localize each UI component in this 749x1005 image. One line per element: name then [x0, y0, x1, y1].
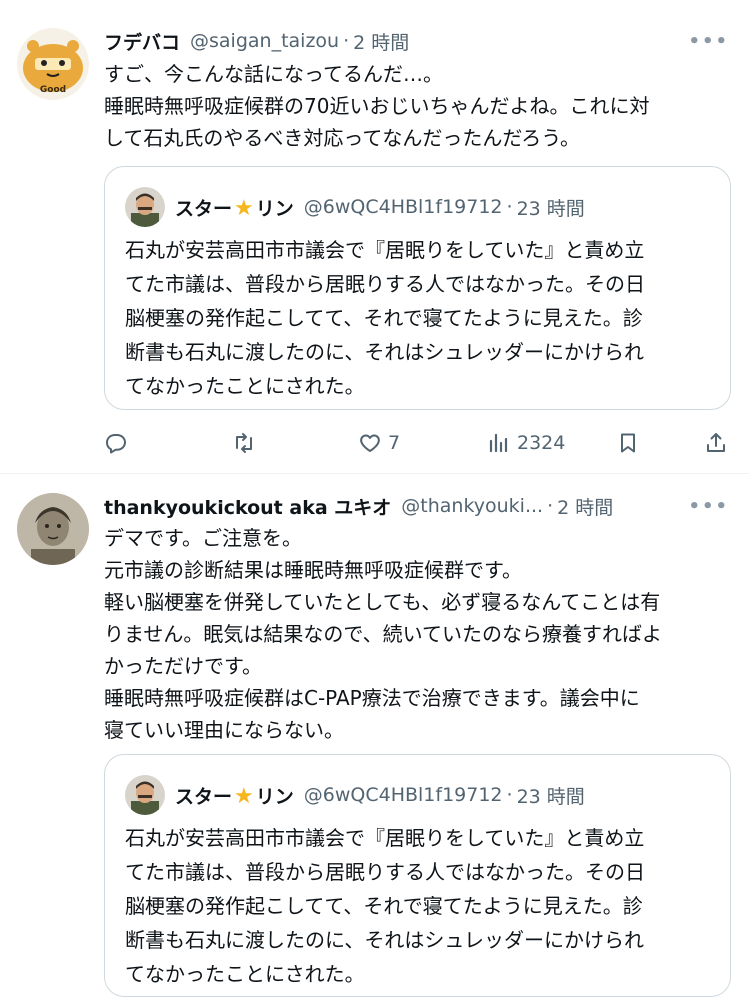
quoted-timestamp: 23 時間: [516, 785, 585, 808]
text-line: 断書も石丸に渡したのに、それはシュレッダーにかけられ: [125, 340, 644, 364]
user-handle[interactable]: @thankyouki...: [401, 495, 543, 517]
quoted-tweet-header: スター★ リン @6wQC4HBl1f19712 · 23 時間: [125, 187, 585, 227]
share-button[interactable]: [704, 426, 728, 460]
text-line: 石丸が安芸高田市市議会で『居眠りをしていた』と責め立: [125, 238, 645, 262]
separator-dot: ·: [547, 495, 554, 517]
quoted-avatar: [125, 775, 165, 815]
text-line: 脳梗塞の発作起こしてて、それで寝てたように見えた。診: [125, 894, 643, 918]
text-line: 石丸が安芸高田市市議会で『居眠りをしていた』と責め立: [125, 826, 645, 850]
avatar-image: Good: [17, 28, 89, 100]
text-line: 軽い脳梗塞を併発していたとしても、必ず寝るなんてことは有: [104, 590, 661, 614]
quoted-tweet[interactable]: スター★ リン @6wQC4HBl1f19712 · 23 時間 石丸が安芸高田市…: [104, 754, 731, 997]
separator-dot: ·: [343, 30, 350, 52]
text-line: 元市議の診断結果は睡眠時無呼吸症候群です。: [104, 558, 522, 582]
separator-dot: ·: [506, 196, 513, 218]
quoted-name-part: スター: [175, 785, 233, 808]
retweet-icon: [236, 433, 252, 453]
display-name[interactable]: thankyoukickout aka ユキオ: [104, 493, 391, 520]
reply-icon: [106, 434, 126, 454]
quoted-name-part: リン: [255, 785, 294, 808]
text-line: 睡眠時無呼吸症候群はC-PAP療法で治療できます。議会中に: [104, 686, 640, 710]
text-line: てた市議は、普段から居眠りする人ではなかった。その日: [125, 860, 645, 884]
tweet-header: フデバコ @saigan_taizou · 2 時間 •••: [104, 26, 749, 56]
tweet[interactable]: thankyoukickout aka ユキオ @thankyouki... ·…: [0, 475, 749, 1005]
tweet-text: デマです。ご注意を。 元市議の診断結果は睡眠時無呼吸症候群です。 軽い脳梗塞を併…: [104, 522, 740, 746]
quoted-user-handle: @6wQC4HBl1f19712: [303, 784, 503, 806]
quoted-tweet[interactable]: スター★ リン @6wQC4HBl1f19712 · 23 時間 石丸が安芸高田市…: [104, 166, 731, 410]
separator-dot: ·: [506, 784, 513, 806]
views-icon: [489, 433, 508, 453]
text-line: して石丸氏のやるべき対応ってなんだったんだろう。: [104, 126, 580, 150]
views-button[interactable]: 2324: [487, 426, 565, 460]
quoted-tweet-text: 石丸が安芸高田市市議会で『居眠りをしていた』と責め立 てた市議は、普段から居眠り…: [125, 233, 725, 403]
quoted-tweet-text: 石丸が安芸高田市市議会で『居眠りをしていた』と責め立 てた市議は、普段から居眠り…: [125, 821, 725, 991]
text-line: 断書も石丸に渡したのに、それはシュレッダーにかけられ: [125, 928, 644, 952]
like-count: 7: [388, 432, 401, 454]
text-line: デマです。ご注意を。: [104, 526, 302, 550]
avatar-caption: Good: [40, 85, 66, 95]
like-button[interactable]: 7: [358, 426, 400, 460]
view-count: 2324: [517, 432, 566, 454]
reply-button[interactable]: [104, 426, 128, 460]
text-line: てなかったことにされた。: [125, 962, 365, 986]
timestamp[interactable]: 2 時間: [557, 493, 613, 520]
text-line: 寝ていい理由にならない。: [104, 718, 344, 742]
avatar[interactable]: [17, 493, 89, 565]
quoted-avatar-image: [125, 187, 165, 227]
quoted-name-part: リン: [255, 197, 294, 220]
avatar[interactable]: Good: [17, 28, 89, 100]
tweet-header: thankyoukickout aka ユキオ @thankyouki... ·…: [104, 491, 749, 521]
text-line: てた市議は、普段から居眠りする人ではなかった。その日: [125, 272, 645, 296]
retweet-button[interactable]: [232, 426, 256, 460]
avatar-image: [17, 493, 89, 565]
tweet-text: すご、今こんな話になってるんだ…。 睡眠時無呼吸症候群の70近いおじいちゃんだよ…: [104, 58, 740, 154]
quoted-display-name: スター★ リン: [175, 194, 294, 221]
star-icon: ★: [234, 195, 254, 221]
bookmark-icon: [621, 433, 635, 453]
text-line: 睡眠時無呼吸症候群の70近いおじいちゃんだよね。これに対: [104, 94, 650, 118]
tweet[interactable]: Good フデバコ @saigan_taizou · 2 時間 ••• すご、今…: [0, 0, 749, 474]
heart-icon: [360, 434, 380, 452]
share-icon: [707, 433, 725, 452]
star-icon: ★: [234, 783, 254, 809]
more-icon[interactable]: •••: [688, 31, 729, 52]
user-handle[interactable]: @saigan_taizou: [190, 30, 339, 52]
quoted-user-handle: @6wQC4HBl1f19712: [303, 196, 503, 218]
text-line: てなかったことにされた。: [125, 374, 365, 398]
more-icon[interactable]: •••: [688, 496, 729, 517]
text-line: りません。眠気は結果なので、続いていたのなら療養すればよ: [104, 622, 662, 646]
text-line: 脳梗塞の発作起こしてて、それで寝てたように見えた。診: [125, 306, 643, 330]
quoted-avatar: [125, 187, 165, 227]
quoted-timestamp: 23 時間: [516, 197, 585, 220]
quoted-avatar-image: [125, 775, 165, 815]
text-line: すご、今こんな話になってるんだ…。: [104, 62, 443, 86]
action-bar: 7 2324: [104, 426, 734, 460]
display-name[interactable]: フデバコ: [104, 28, 180, 55]
text-line: かっただけです。: [104, 654, 262, 678]
quoted-tweet-header: スター★ リン @6wQC4HBl1f19712 · 23 時間: [125, 775, 585, 815]
timestamp[interactable]: 2 時間: [353, 28, 409, 55]
bookmark-button[interactable]: [616, 426, 640, 460]
quoted-display-name: スター★ リン: [175, 782, 294, 809]
quoted-name-part: スター: [175, 197, 233, 220]
